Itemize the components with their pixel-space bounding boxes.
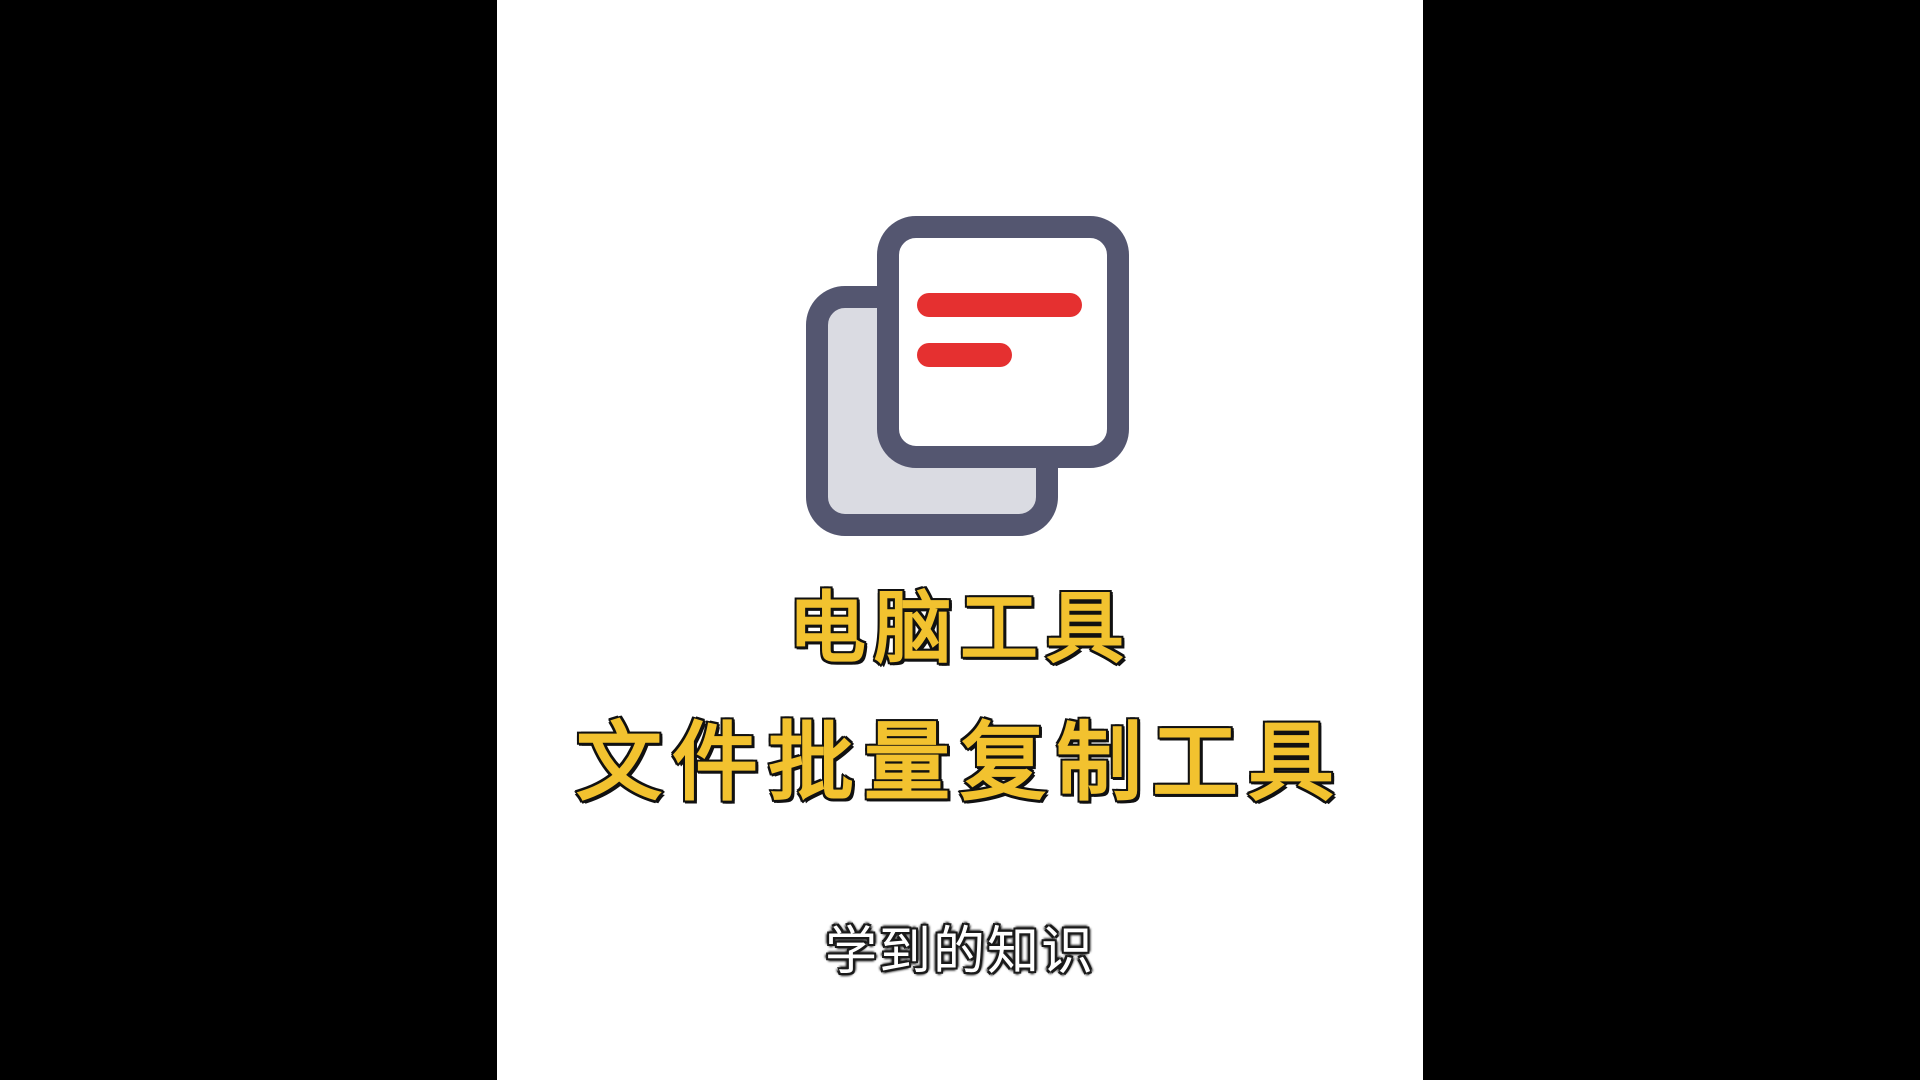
front-document-shape xyxy=(877,216,1129,468)
subtitle-caption: 学到的知识 xyxy=(824,922,1095,982)
copy-files-icon xyxy=(805,215,1130,540)
video-frame: 电脑工具 文件批量复制工具 学到的知识 xyxy=(0,0,1920,1080)
title-line-1: 电脑工具 xyxy=(786,584,1132,674)
title-line-2: 文件批量复制工具 xyxy=(575,713,1344,813)
